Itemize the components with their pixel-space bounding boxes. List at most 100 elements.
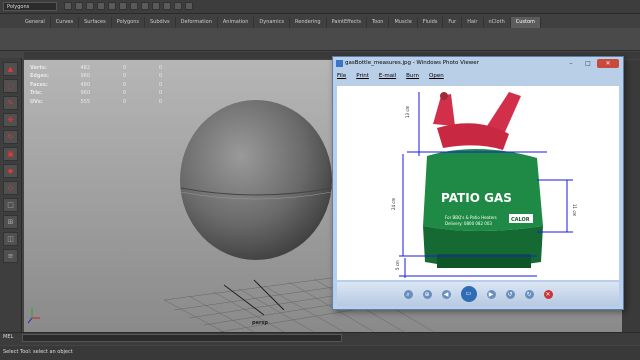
move-tool-icon[interactable]: ✥ [3, 113, 18, 127]
hud-value: 0 [158, 98, 162, 105]
shelf [0, 28, 640, 51]
hud-value: 0 [122, 65, 126, 71]
hud-value: 0 [122, 90, 126, 97]
select-tool-icon[interactable]: ▲ [3, 62, 18, 76]
small-text-2: Delivery: 0800 082 003 [445, 221, 492, 226]
shelf-tab-dynamics[interactable]: Dynamics [254, 17, 291, 28]
axis-indicator [27, 308, 40, 324]
delete-icon[interactable]: ✕ [543, 289, 553, 299]
viewer-menu-file[interactable]: File [337, 73, 346, 84]
shelf-tabs: General Curves Surfaces Polygons Subdivs Defo… [0, 14, 640, 28]
brand-text: PATIO GAS [441, 191, 512, 205]
minimize-button[interactable]: – [563, 59, 579, 68]
shelf-tab-surfaces[interactable]: Surfaces [79, 17, 112, 28]
viewer-menu-burn[interactable]: Burn [406, 73, 419, 84]
open-scene-icon[interactable] [75, 2, 83, 10]
hud-value: 482 [80, 65, 90, 71]
hud-label: Faces: [30, 81, 48, 88]
hud-value: 480 [80, 81, 90, 88]
previous-icon[interactable]: ◀ [441, 289, 451, 299]
shelf-tab-curves[interactable]: Curves [51, 17, 80, 28]
camera-label: persp [252, 320, 268, 326]
lasso-tool-icon[interactable]: ◌ [3, 79, 18, 93]
rotate-ccw-icon[interactable]: ↺ [505, 289, 515, 299]
zoom-icon[interactable]: ⌕ [403, 289, 413, 299]
hud-label: Edges: [30, 73, 49, 80]
manipulator-icon[interactable]: ◆ [3, 164, 18, 178]
image-canvas: PATIO GAS For BBQ's & Patio Heaters Deli… [337, 86, 619, 280]
hud-value: 0 [122, 73, 126, 80]
command-input[interactable] [22, 334, 342, 342]
status-line: Polygons [0, 0, 640, 14]
shelf-tab-custom[interactable]: Custom [510, 17, 541, 28]
measure-top: 13 cm [405, 105, 410, 118]
hud-value: 555 [80, 98, 90, 105]
rotate-cw-icon[interactable]: ↻ [524, 289, 534, 299]
shelf-tab-subdivs[interactable]: Subdivs [145, 17, 176, 28]
shelf-tab-polygons[interactable]: Polygons [112, 17, 145, 28]
hud-value: 960 [80, 73, 90, 80]
hud-row: Edges: 960 0 0 [30, 72, 162, 80]
hud-value: 0 [122, 81, 126, 88]
hud-value: 0 [158, 73, 162, 80]
new-scene-icon[interactable] [64, 2, 72, 10]
right-panel-strip[interactable] [622, 60, 640, 332]
hud-row: Verts: 482 0 0 [30, 64, 162, 72]
render-settings-icon[interactable] [185, 2, 193, 10]
save-scene-icon[interactable] [86, 2, 94, 10]
shelf-tab-fur[interactable]: Fur [443, 17, 463, 28]
layout-two-icon[interactable]: ◫ [3, 232, 18, 246]
shelf-tab-animation[interactable]: Animation [218, 17, 255, 28]
paint-select-icon[interactable]: ✎ [3, 96, 18, 110]
actual-size-icon[interactable]: ⊕ [422, 289, 432, 299]
rotate-tool-icon[interactable]: ↻ [3, 130, 18, 144]
hud-value: 0 [158, 65, 162, 71]
poly-count-hud: Verts: 482 0 0 Edges: 960 0 0 Faces: 480 0 0 Tris: 96… [30, 64, 162, 106]
menu-set-selector[interactable]: Polygons [3, 2, 57, 11]
shelf-tab-painteffects[interactable]: PaintEffects [327, 17, 367, 28]
hud-row: Faces: 480 0 0 [30, 81, 162, 89]
select-component-icon[interactable] [119, 2, 127, 10]
last-tool-icon[interactable]: ◇ [3, 181, 18, 195]
next-icon[interactable]: ▶ [486, 289, 496, 299]
viewer-menu-print[interactable]: Print [356, 73, 369, 84]
viewer-menu-e-mail[interactable]: E-mail [379, 73, 396, 84]
viewer-menu-bar: File Print E-mail Burn Open [337, 73, 619, 84]
select-object-icon[interactable] [108, 2, 116, 10]
layout-four-icon[interactable]: ⊞ [3, 215, 18, 229]
maximize-button[interactable]: □ [580, 59, 596, 68]
layout-single-icon[interactable]: □ [3, 198, 18, 212]
sphere-mesh [180, 100, 333, 260]
hud-row: UVs: 555 0 0 [30, 98, 162, 106]
measure-base: 5 cm [395, 260, 400, 270]
shelf-tab-rendering[interactable]: Rendering [290, 17, 327, 28]
shelf-tab-hair[interactable]: Hair [462, 17, 484, 28]
shelf-tab-general[interactable]: General [20, 17, 51, 28]
outliner-icon[interactable]: ≡ [3, 249, 18, 263]
shelf-tab-toon[interactable]: Toon [367, 17, 390, 28]
select-hierarchy-icon[interactable] [97, 2, 105, 10]
ipr-render-icon[interactable] [174, 2, 182, 10]
hud-label: Verts: [30, 65, 47, 71]
mel-label[interactable]: MEL [3, 334, 13, 340]
shelf-tab-fluids[interactable]: Fluids [418, 17, 444, 28]
photo-viewer-window[interactable]: gasBottle_measures.jpg - Windows Photo V… [332, 56, 624, 310]
snap-grid-icon[interactable] [130, 2, 138, 10]
scale-tool-icon[interactable]: ▣ [3, 147, 18, 161]
slideshow-icon[interactable]: ▭ [460, 286, 477, 302]
hud-value: 0 [122, 98, 126, 105]
hud-label: Tris: [30, 90, 43, 97]
photo-viewer-app-icon [336, 60, 343, 67]
viewer-menu-open[interactable]: Open [429, 73, 444, 84]
shelf-tab-muscle[interactable]: Muscle [389, 17, 418, 28]
small-text-1: For BBQ's & Patio Heaters [445, 215, 497, 220]
snap-curve-icon[interactable] [141, 2, 149, 10]
snap-point-icon[interactable] [152, 2, 160, 10]
gas-bottle-photo: PATIO GAS For BBQ's & Patio Heaters Deli… [391, 92, 577, 278]
status-icons [64, 2, 193, 11]
toolbox: ▲ ◌ ✎ ✥ ↻ ▣ ◆ ◇ □ ⊞ ◫ ≡ [0, 58, 22, 338]
close-button[interactable]: ✕ [597, 59, 619, 68]
shelf-tab-ncloth[interactable]: nCloth [484, 17, 511, 28]
render-icon[interactable] [163, 2, 171, 10]
shelf-tab-deformation[interactable]: Deformation [176, 17, 218, 28]
